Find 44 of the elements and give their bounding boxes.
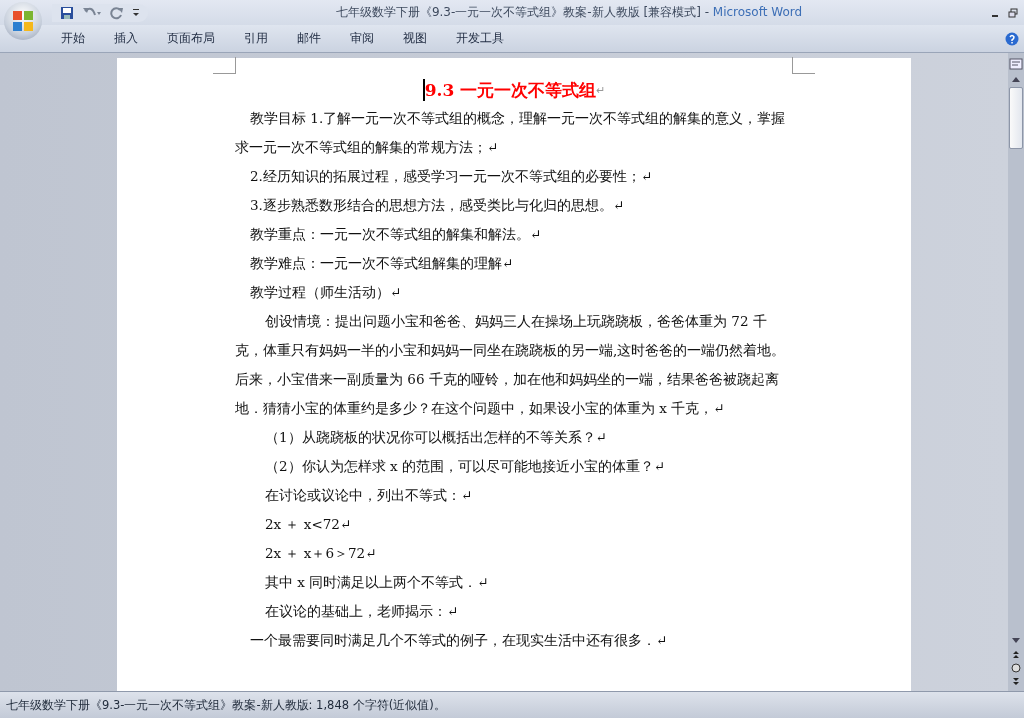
ruler-toggle-icon[interactable] [1009,57,1023,71]
ribbon-tab[interactable]: 引用 [233,26,279,51]
window-title: 七年级数学下册《9.3-一元一次不等式组》教案-新人教版 [兼容模式] - Microsoft Word [334,4,804,21]
save-icon[interactable] [60,5,74,20]
ribbon-tab[interactable]: 审阅 [339,26,385,51]
crop-mark [792,57,815,74]
paragraph: 教学重点：一元一次不等式组的解集和解法。↵ [249,225,543,244]
paragraph: 在议论的基础上，老师揭示：↵ [264,602,460,621]
restore-icon[interactable] [1008,7,1018,18]
next-page-icon[interactable] [1011,677,1021,687]
paragraph: 3.逐步熟悉数形结合的思想方法，感受类比与化归的思想。↵ [249,196,626,215]
redo-icon[interactable] [110,5,124,20]
ribbon-tab[interactable]: 页面布局 [156,26,226,51]
office-logo-icon [12,10,34,32]
paragraph: 其中 x 同时满足以上两个不等式．↵ [264,573,490,592]
ribbon-tab[interactable]: 开发工具 [445,26,515,51]
paragraph: 教学目标 1.了解一元一次不等式组的概念，理解一元一次不等式组的解集的意义，掌握求一元一次不等式组的解集的常规方法；↵ [235,109,787,157]
paragraph: 2x ＋ x<72↵ [264,515,353,534]
ribbon-tab[interactable]: 开始 [50,26,96,51]
ribbon-tab[interactable]: 视图 [392,26,438,51]
paragraph: 教学难点：一元一次不等式组解集的理解↵ [249,254,515,273]
crop-mark [213,57,236,74]
scroll-up-icon[interactable] [1011,75,1021,83]
ribbon-tab[interactable]: 邮件 [286,26,332,51]
paragraph: 一个最需要同时满足几个不等式的例子，在现实生活中还有很多．↵ [249,631,669,650]
paragraph: （1）从跷跷板的状况你可以概括出怎样的不等关系？↵ [264,428,608,447]
customize-icon[interactable] [132,7,140,18]
paragraph: 2.经历知识的拓展过程，感受学习一元一次不等式组的必要性；↵ [249,167,654,186]
browse-object-icon[interactable] [1011,663,1021,673]
paragraph-mark: ↵ [596,83,606,97]
scroll-thumb[interactable] [1009,87,1023,149]
office-button[interactable] [4,2,42,40]
paragraph: 在讨论或议论中，列出不等式：↵ [264,486,474,505]
status-text: 七年级数学下册《9.3-一元一次不等式组》教案-新人教版: 1,848 个字符(近似值)。 [6,697,446,713]
paragraph: 创设情境：提出问题小宝和爸爸、妈妈三人在操场上玩跷跷板，爸爸体重为 72 千克，体重只有妈妈一半的小宝和妈妈一同坐在跷跷板的另一端,这时爸爸的一端仍然着地。后来，小宝借来一副质量为 66 千克的哑铃，加在他和妈妈坐的一端，结果爸爸被跷起离地．猜猜小宝的体重约是多少？在这个问题中，如果设小宝的体重为 x 千克，↵ [235,312,787,418]
ribbon-tab[interactable]: 插入 [103,26,149,51]
paragraph: 教学过程（师生活动）↵ [249,283,403,302]
vertical-scrollbar[interactable] [1008,53,1024,691]
paragraph: 2x ＋ x＋6＞72↵ [264,544,378,563]
help-icon[interactable] [1005,31,1019,46]
previous-page-icon[interactable] [1011,649,1021,659]
paragraph: （2）你认为怎样求 x 的范围，可以尽可能地接近小宝的体重？↵ [264,457,667,476]
scroll-down-icon[interactable] [1011,637,1021,645]
document-title: 9.3 一元一次不等式组 [424,78,597,102]
